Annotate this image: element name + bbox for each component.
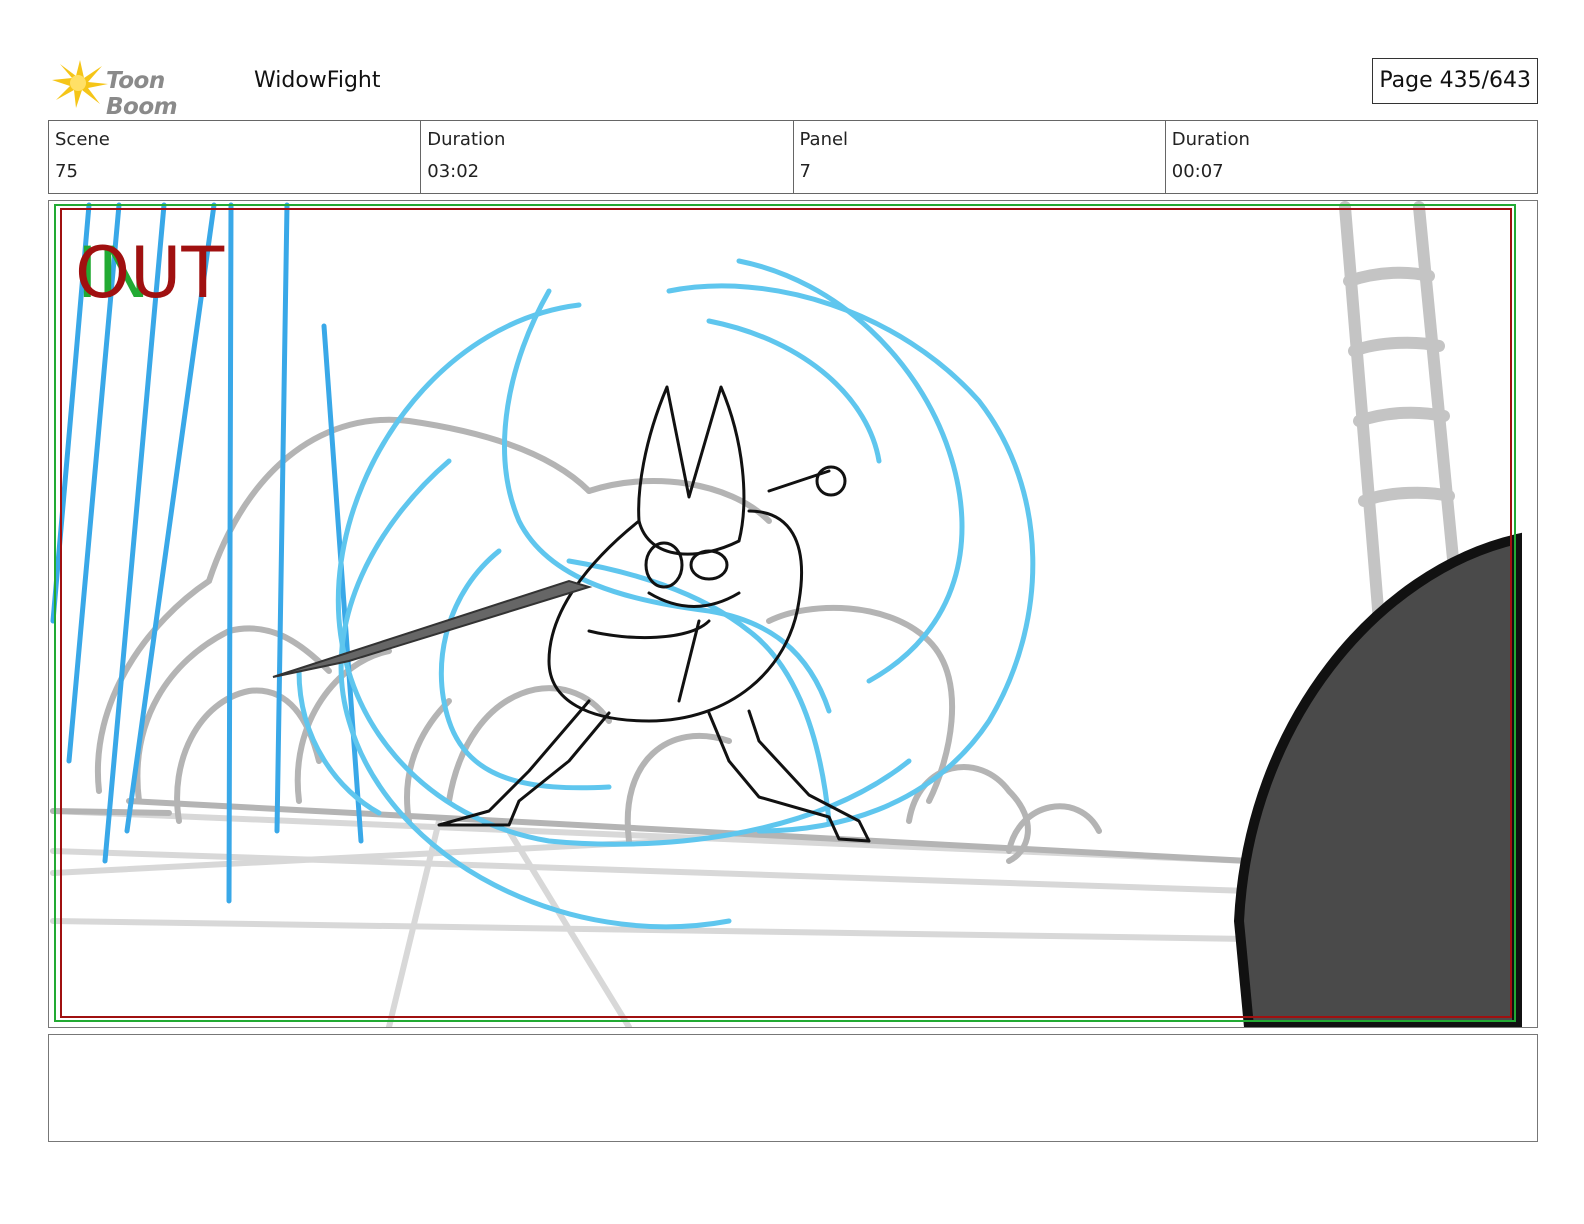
panel-duration-label: Duration xyxy=(1171,129,1250,150)
out-label: OUT xyxy=(75,232,224,314)
toon-boom-logo: Toon Boom xyxy=(50,56,240,120)
scene-value: 75 xyxy=(55,161,78,182)
sword xyxy=(272,579,593,678)
starburst-icon xyxy=(52,60,108,108)
panel-label: Panel xyxy=(799,129,849,150)
panel-sketch: IN OUT xyxy=(50,201,1522,1027)
panel-duration-cell: Duration 00:07 xyxy=(1166,121,1537,193)
scene-cell: Scene 75 xyxy=(49,121,422,193)
page-number: Page 435/643 xyxy=(1372,58,1538,104)
scene-info-table: Scene 75 Duration 03:02 Panel 7 Duration… xyxy=(48,120,1538,194)
scene-duration-label: Duration xyxy=(427,129,506,150)
project-title: WidowFight xyxy=(254,68,381,93)
scene-label: Scene xyxy=(55,129,110,150)
storyboard-panel: IN OUT xyxy=(48,200,1538,1028)
scene-duration-value: 03:02 xyxy=(427,161,480,182)
foreground-shadow xyxy=(1233,532,1522,1027)
logo-text: Toon Boom xyxy=(106,68,178,120)
scene-duration-cell: Duration 03:02 xyxy=(421,121,794,193)
background-tower xyxy=(1339,201,1465,627)
panel-cell: Panel 7 xyxy=(794,121,1166,193)
storyboard-header: Toon Boom WidowFight Page 435/643 xyxy=(48,52,1538,120)
panel-duration-value: 00:07 xyxy=(1171,161,1224,182)
panel-value: 7 xyxy=(799,161,811,182)
panel-notes[interactable] xyxy=(48,1034,1538,1142)
